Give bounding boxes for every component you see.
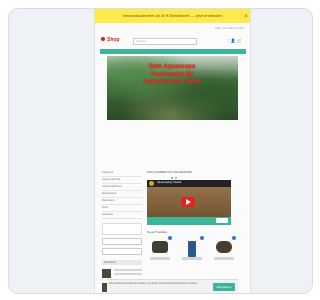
- announcement-text: Versandkostenfrei ab 49 € Bestellwert — …: [122, 13, 223, 18]
- main-content: WILLKOMMEN IM ONLINESHOP Aquascaping Tut…: [147, 170, 243, 260]
- logo[interactable]: Shop: [101, 37, 120, 43]
- sidebar-select[interactable]: [102, 238, 142, 245]
- logo-icon: [101, 37, 105, 41]
- product-card[interactable]: [147, 236, 173, 266]
- slider-dot[interactable]: [175, 177, 177, 179]
- hero-text: Dein Aquascape Fachhandel für Aquarium u…: [143, 64, 201, 85]
- product-grid: [147, 236, 237, 266]
- sidebar-item[interactable]: Teich: [102, 205, 142, 212]
- site-header: Shop Suchen… ♡ 👤 🛒: [95, 35, 250, 47]
- sidebar-item[interactable]: Aquarium: [102, 170, 142, 177]
- top-links[interactable]: Hilfe | Kontakt | Konto: [215, 26, 244, 30]
- sidebar-item[interactable]: Angebote: [102, 212, 142, 219]
- accept-cookies-button[interactable]: Akzeptieren: [213, 283, 235, 291]
- website-page: Versandkostenfrei ab 49 € Bestellwert — …: [94, 9, 251, 293]
- product-image[interactable]: [152, 241, 168, 253]
- product-card[interactable]: [211, 236, 237, 266]
- logo-text: Shop: [107, 37, 120, 43]
- product-card[interactable]: [179, 236, 205, 266]
- sidebar-item[interactable]: Aquarientechnik: [102, 177, 142, 184]
- main-navigation-bar[interactable]: [100, 49, 246, 54]
- section-title: WILLKOMMEN IM ONLINESHOP: [147, 170, 193, 174]
- product-image[interactable]: [216, 241, 232, 253]
- badge-icon: [200, 236, 204, 240]
- screenshot-card: Versandkostenfrei ab 49 € Bestellwert — …: [8, 8, 313, 294]
- play-icon[interactable]: [181, 197, 195, 207]
- badge-icon: [232, 236, 236, 240]
- product-price: [214, 257, 234, 260]
- sidebar-item[interactable]: Bodengrund: [102, 191, 142, 198]
- product-image[interactable]: [188, 241, 196, 257]
- category-sidebar: Aquarium Aquarientechnik Aquarienpflanze…: [102, 170, 142, 293]
- header-icons[interactable]: ♡ 👤 🛒: [226, 38, 242, 43]
- video-title[interactable]: Aquascaping Tutorial: [157, 181, 181, 184]
- search-input[interactable]: Suchen…: [133, 38, 197, 45]
- announcement-bar[interactable]: Versandkostenfrei ab 49 € Bestellwert — …: [95, 9, 250, 23]
- video-title-bar: Aquascaping Tutorial: [147, 180, 231, 187]
- close-icon[interactable]: ×: [244, 10, 248, 23]
- product-price: [182, 257, 202, 260]
- products-title: Neue Produkte: [147, 230, 168, 234]
- cookie-banner: Diese Webseite verwendet Cookies, um Ihn…: [107, 279, 238, 293]
- slider-dot[interactable]: [171, 177, 173, 179]
- hero-banner[interactable]: Dein Aquascape Fachhandel für Aquarium u…: [107, 56, 238, 120]
- newsletter-strip: [147, 217, 231, 225]
- product-thumbnail: [102, 269, 111, 278]
- channel-avatar: [149, 181, 154, 186]
- sidebar-item[interactable]: Dekoration: [102, 198, 142, 205]
- newsletter-button[interactable]: [216, 218, 228, 223]
- product-price: [150, 257, 170, 260]
- sidebar-product[interactable]: [102, 269, 142, 279]
- sidebar-item[interactable]: Aquarienpflanzen: [102, 184, 142, 191]
- sidebar-select[interactable]: [102, 248, 142, 255]
- top-links-bar: Hilfe | Kontakt | Konto: [95, 26, 250, 32]
- sidebar-heading: Neuheiten: [102, 260, 142, 265]
- cookie-text: Diese Webseite verwendet Cookies, um Ihn…: [109, 282, 199, 285]
- badge-icon: [168, 236, 172, 240]
- sidebar-filter-box[interactable]: [102, 223, 142, 235]
